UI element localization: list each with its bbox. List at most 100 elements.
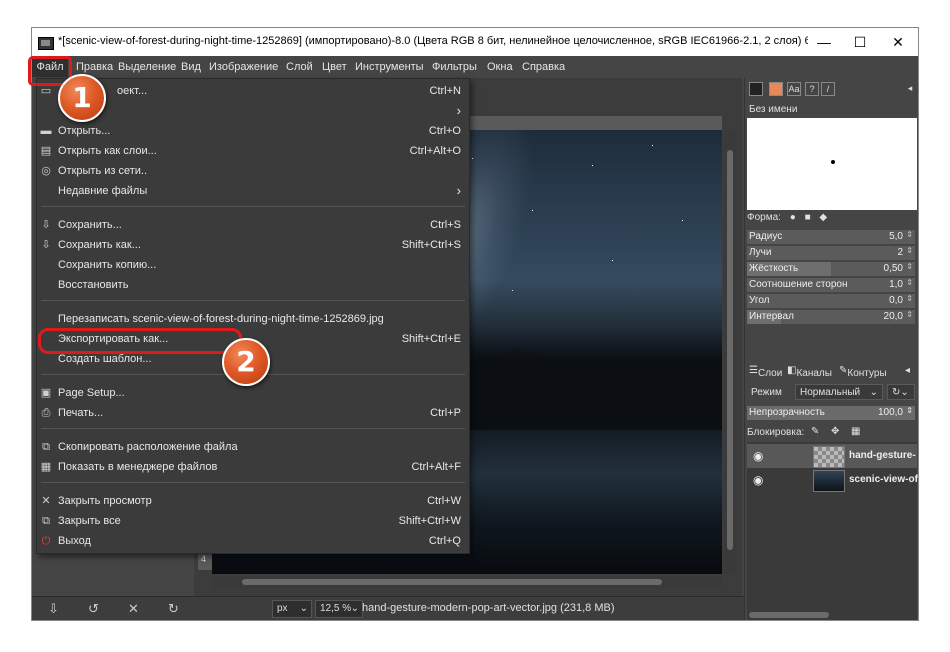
dynamics-tab-icon[interactable]: / <box>821 82 835 96</box>
dock-menu-icon[interactable]: ◂ <box>903 82 917 96</box>
param-hardness[interactable]: Жёсткость 0,50 ⇕ <box>747 262 915 276</box>
menu-windows[interactable]: Окна <box>487 61 513 73</box>
param-spacing-label: Интервал <box>749 311 794 322</box>
menu-item-recent[interactable]: Недавние файлы › <box>37 181 469 201</box>
spin-icon[interactable]: ⇕ <box>906 310 913 319</box>
spin-icon[interactable]: ⇕ <box>906 294 913 303</box>
menu-help[interactable]: Справка <box>522 61 565 73</box>
param-aspect-ratio[interactable]: Соотношение сторон 1,0 ⇕ <box>747 278 915 292</box>
param-angle[interactable]: Угол 0,0 ⇕ <box>747 294 915 308</box>
param-spikes-value: 2 <box>897 247 903 258</box>
open-icon: ▬ <box>40 125 52 137</box>
quit-icon: ⏻ <box>41 535 51 547</box>
menu-item-open-location[interactable]: ◎ Открыть из сети.. <box>37 161 469 181</box>
diamond-shape-icon[interactable]: ◆ <box>819 212 827 223</box>
param-spikes[interactable]: Лучи 2 ⇕ <box>747 246 915 260</box>
pattern-tab-icon[interactable] <box>769 82 783 96</box>
lock-row: Блокировка: ✎ ✥ ▦ <box>747 425 917 441</box>
spin-icon[interactable]: ⇕ <box>906 246 913 255</box>
status-bar: ⇩ ↺ ✕ ↻ px ⌄ 12,5 % ⌄ hand-gesture-modern-… <box>32 596 744 620</box>
lock-pixels-icon[interactable]: ✎ <box>811 426 819 437</box>
layer-row[interactable]: ◉ scenic-view-of <box>747 468 918 492</box>
open-as-layers-icon: ▤ <box>40 145 52 157</box>
menu-item-open-as-layers[interactable]: ▤ Открыть как слои... Ctrl+Alt+O <box>37 141 469 161</box>
page-setup-icon: ▣ <box>40 387 52 399</box>
window-title: *[scenic-view-of-forest-during-night-tim… <box>58 35 808 47</box>
menu-item-save[interactable]: ⇩ Сохранить... Ctrl+S <box>37 215 469 235</box>
circle-shape-icon[interactable]: ● <box>790 212 796 223</box>
eye-icon[interactable]: ◉ <box>753 473 763 487</box>
menu-item-overwrite[interactable]: Перезаписать scenic-view-of-forest-durin… <box>37 309 469 329</box>
param-spacing[interactable]: Интервал 20,0 ⇕ <box>747 310 915 324</box>
tab-paths[interactable]: ✎ Контуры <box>839 365 887 379</box>
print-icon: ⎙ <box>41 407 51 419</box>
lock-alpha-icon[interactable]: ▦ <box>851 426 860 437</box>
help-tab-icon[interactable]: ? <box>805 82 819 96</box>
menu-view[interactable]: Вид <box>181 61 201 73</box>
font-tab-icon[interactable]: Aa <box>787 82 801 96</box>
minimize-button[interactable]: — <box>810 32 838 52</box>
param-radius[interactable]: Радиус 5,0 ⇕ <box>747 230 915 244</box>
app-icon <box>38 37 54 50</box>
menu-color[interactable]: Цвет <box>322 61 347 73</box>
horizontal-scrollbar[interactable] <box>212 576 722 588</box>
menu-image[interactable]: Изображение <box>209 61 278 73</box>
spin-icon[interactable]: ⇕ <box>906 230 913 239</box>
save-icon: ⇩ <box>41 219 51 231</box>
restore-icon[interactable]: ↺ <box>88 601 99 617</box>
mode-label: Режим <box>751 387 782 398</box>
opacity-label: Непрозрачность <box>749 407 825 418</box>
square-shape-icon[interactable]: ■ <box>805 212 811 223</box>
menu-edit[interactable]: Правка <box>76 61 113 73</box>
menu-item-revert[interactable]: Восстановить <box>37 275 469 295</box>
tab-channels[interactable]: ◧ Каналы <box>787 365 832 379</box>
dock-menu-icon[interactable]: ◂ <box>905 365 910 376</box>
spin-icon[interactable]: ⇕ <box>906 278 913 287</box>
mode-reset-button[interactable]: ↻⌄ <box>887 384 915 400</box>
menu-item-page-setup[interactable]: ▣ Page Setup... <box>37 383 469 403</box>
layer-row[interactable]: ◉ hand-gesture- <box>747 444 917 468</box>
close-button[interactable]: ✕ <box>884 32 912 52</box>
menu-item-open[interactable]: ▬ Открыть... Ctrl+O <box>37 121 469 141</box>
menu-item-close-view[interactable]: ✕ Закрыть просмотр Ctrl+W <box>37 491 469 511</box>
step-badge-1: 1 <box>58 74 106 122</box>
brush-tabs: Aa ? / ◂ <box>747 80 917 98</box>
opacity-slider[interactable]: Непрозрачность 100,0 ⇕ <box>747 406 915 420</box>
menu-select[interactable]: Выделение <box>118 61 176 73</box>
maximize-button[interactable]: ☐ <box>846 32 874 52</box>
opacity-value: 100,0 <box>877 407 903 418</box>
vertical-scrollbar[interactable] <box>724 130 736 574</box>
menu-filters[interactable]: Фильтры <box>432 61 477 73</box>
menu-item-save-copy[interactable]: Сохранить копию... <box>37 255 469 275</box>
mode-select[interactable]: Нормальный ⌄ <box>795 384 883 400</box>
menu-item-quit[interactable]: ⏻ Выход Ctrl+Q <box>37 531 469 551</box>
brush-tab-icon[interactable] <box>749 82 763 96</box>
menu-item-copy-location[interactable]: ⧉ Скопировать расположение файла <box>37 437 469 457</box>
zoom-value: 12,5 % <box>320 603 352 614</box>
menu-item-print[interactable]: ⎙ Печать... Ctrl+P <box>37 403 469 423</box>
layers-dock-tabs: ☰ Слои ◧ Каналы ✎ Контуры ◂ <box>747 362 917 380</box>
save-tool-preset-icon[interactable]: ⇩ <box>48 601 59 617</box>
menu-item-save-as[interactable]: ⇩ Сохранить как... Shift+Ctrl+S <box>37 235 469 255</box>
zoom-select[interactable]: 12,5 % ⌄ <box>315 600 363 618</box>
layers-scrollbar[interactable] <box>749 612 829 618</box>
lock-position-icon[interactable]: ✥ <box>831 426 839 437</box>
save-as-icon: ⇩ <box>41 239 51 251</box>
layer-thumbnail <box>813 470 845 492</box>
layers-list: ◉ hand-gesture- ◉ scenic-view-of <box>747 442 918 620</box>
menu-item-show-in-file-manager[interactable]: ▦ Показать в менеджере файлов Ctrl+Alt+F <box>37 457 469 477</box>
spin-icon[interactable]: ⇕ <box>906 406 913 415</box>
eye-icon[interactable]: ◉ <box>753 449 763 463</box>
step-badge-2: 2 <box>222 338 270 386</box>
tab-layers[interactable]: ☰ Слои <box>749 365 782 379</box>
param-radius-value: 5,0 <box>889 231 903 242</box>
unit-select[interactable]: px ⌄ <box>272 600 312 618</box>
menu-tools[interactable]: Инструменты <box>355 61 424 73</box>
layer-name: scenic-view-of <box>849 474 918 485</box>
reset-icon[interactable]: ↻ <box>168 601 179 617</box>
delete-icon[interactable]: ✕ <box>128 601 139 617</box>
menu-item-close-all[interactable]: ⧉ Закрыть все Shift+Ctrl+W <box>37 511 469 531</box>
spin-icon[interactable]: ⇕ <box>906 262 913 271</box>
file-manager-icon: ▦ <box>40 461 52 473</box>
menu-layer[interactable]: Слой <box>286 61 313 73</box>
